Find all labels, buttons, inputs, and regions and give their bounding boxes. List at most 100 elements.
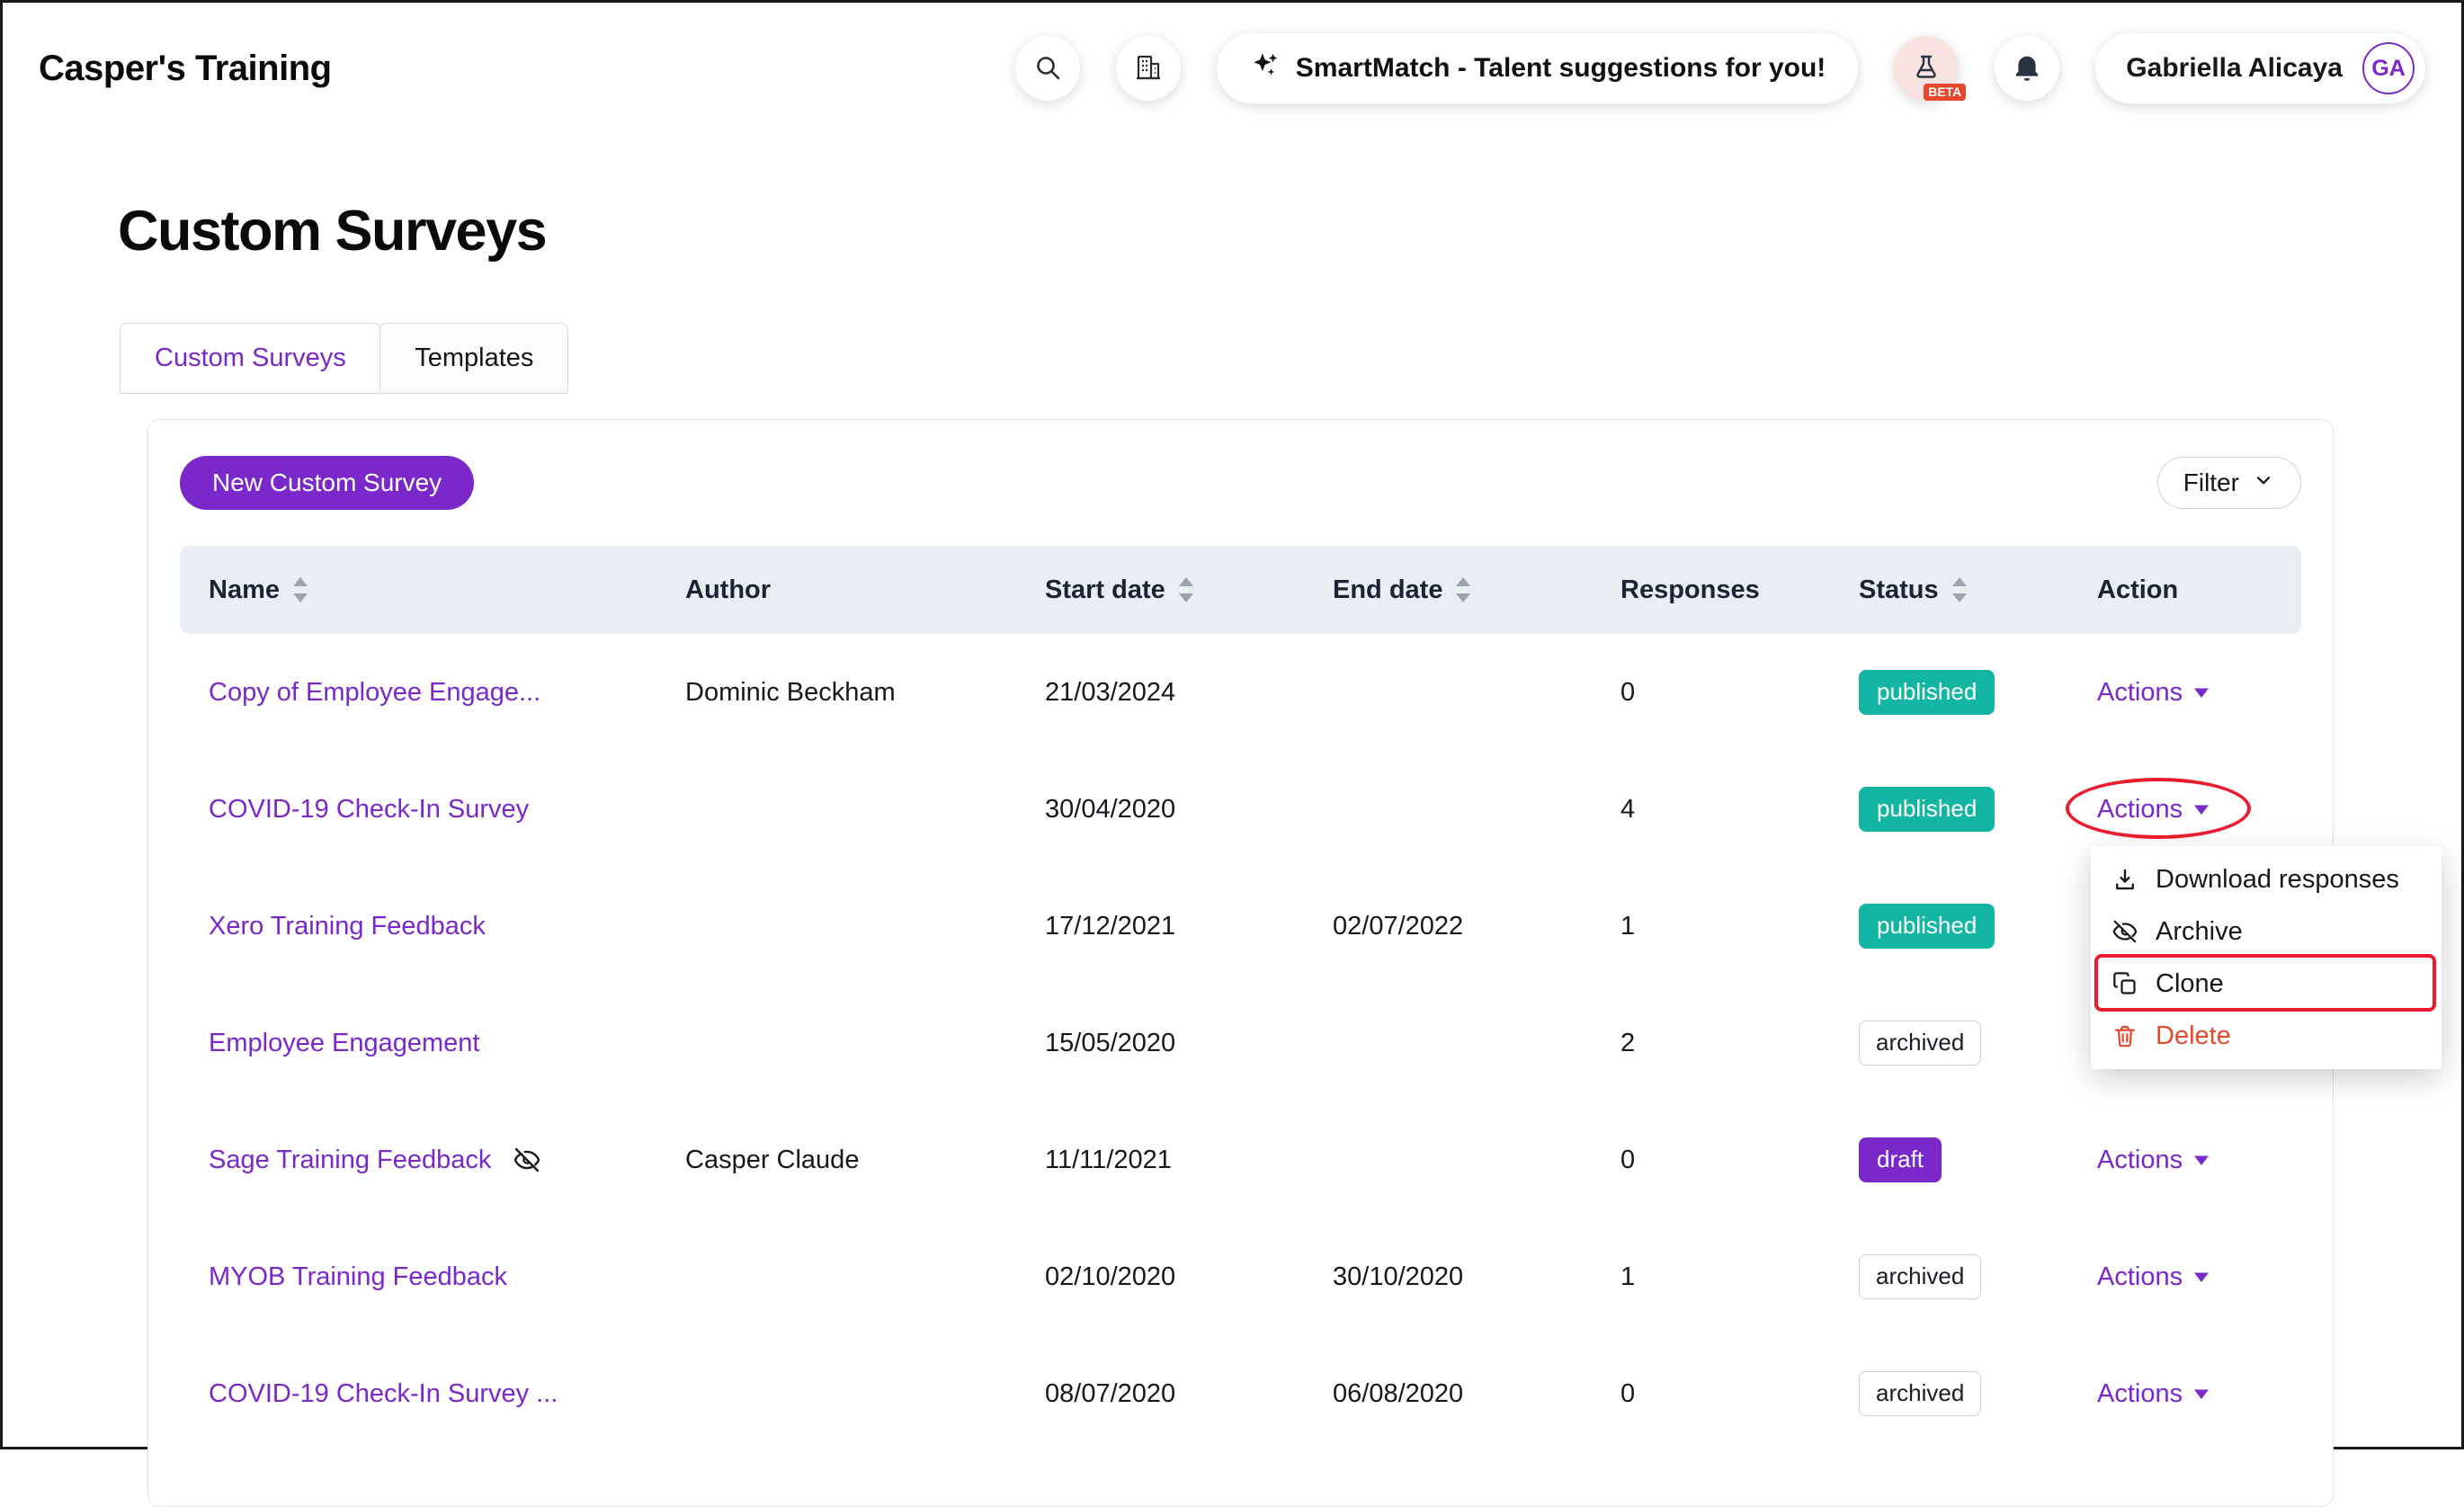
col-end-date[interactable]: End date xyxy=(1304,546,1592,634)
search-icon xyxy=(1033,53,1062,85)
actions-dropdown-menu: Download responses Archive Clone Delete xyxy=(2091,846,2442,1069)
sort-icon[interactable] xyxy=(1950,575,1969,605)
responses-cell: 1 xyxy=(1592,868,1830,985)
name-cell: COVID-19 Check-In Survey xyxy=(180,751,656,868)
actions-label: Actions xyxy=(2097,1262,2183,1292)
col-start-date[interactable]: Start date xyxy=(1016,546,1304,634)
status-cell: published xyxy=(1830,751,2068,868)
chevron-down-icon xyxy=(2252,468,2275,498)
col-status[interactable]: Status xyxy=(1830,546,2068,634)
sort-icon[interactable] xyxy=(1453,575,1473,605)
responses-cell: 0 xyxy=(1592,1335,1830,1452)
actions-button[interactable]: Actions xyxy=(2097,1146,2210,1175)
menu-item-delete[interactable]: Delete xyxy=(2091,1010,2442,1062)
status-cell: draft xyxy=(1830,1101,2068,1218)
menu-item-download-responses[interactable]: Download responses xyxy=(2091,853,2442,905)
author-cell xyxy=(656,868,1016,985)
menu-item-clone[interactable]: Clone xyxy=(2091,958,2442,1010)
name-cell: MYOB Training Feedback xyxy=(180,1218,656,1335)
tab-bar: Custom Surveys Templates xyxy=(120,323,568,394)
eye-off-icon xyxy=(513,1146,541,1174)
col-label: Action xyxy=(2097,575,2178,605)
actions-button[interactable]: Actions xyxy=(2097,1379,2210,1409)
col-label: Responses xyxy=(1620,575,1760,605)
author-cell xyxy=(656,1335,1016,1452)
actions-label: Actions xyxy=(2097,795,2183,825)
eye-off-icon xyxy=(2111,918,2139,945)
end-date-cell: 06/08/2020 xyxy=(1304,1335,1592,1452)
filter-label: Filter xyxy=(2183,468,2239,497)
author-cell: Dominic Beckham xyxy=(656,634,1016,751)
table-row: Employee Engagement 15/05/2020 2 archive… xyxy=(180,985,2301,1101)
new-custom-survey-button[interactable]: New Custom Survey xyxy=(180,456,474,510)
menu-item-label: Delete xyxy=(2156,1021,2231,1051)
topbar-actions: SmartMatch - Talent suggestions for you!… xyxy=(1015,33,2425,103)
caret-down-icon xyxy=(2193,687,2210,699)
bell-icon xyxy=(2013,53,2040,85)
user-menu[interactable]: Gabriella Alicaya GA xyxy=(2095,33,2425,103)
sort-icon[interactable] xyxy=(1176,575,1196,605)
caret-down-icon xyxy=(2193,1271,2210,1283)
end-date-cell: 30/10/2020 xyxy=(1304,1218,1592,1335)
col-name[interactable]: Name xyxy=(180,546,656,634)
actions-button[interactable]: Actions xyxy=(2097,1262,2210,1292)
status-badge: published xyxy=(1859,904,1995,948)
responses-cell: 2 xyxy=(1592,985,1830,1101)
survey-name-link[interactable]: Copy of Employee Engage... xyxy=(209,678,540,708)
end-date-cell xyxy=(1304,985,1592,1101)
name-cell: Xero Training Feedback xyxy=(180,868,656,985)
survey-name-link[interactable]: Xero Training Feedback xyxy=(209,912,486,941)
actions-label: Actions xyxy=(2097,1146,2183,1175)
smartmatch-label: SmartMatch - Talent suggestions for you! xyxy=(1296,53,1826,84)
action-cell: Actions xyxy=(2068,1218,2301,1335)
name-cell: Copy of Employee Engage... xyxy=(180,634,656,751)
table-row: COVID-19 Check-In Survey 30/04/2020 4 pu… xyxy=(180,751,2301,868)
labs-beta-button[interactable]: BETA xyxy=(1894,36,1959,101)
table-row: Copy of Employee Engage... Dominic Beckh… xyxy=(180,634,2301,751)
author-cell xyxy=(656,985,1016,1101)
survey-name-link[interactable]: COVID-19 Check-In Survey ... xyxy=(209,1379,558,1409)
col-label: End date xyxy=(1333,575,1442,605)
caret-down-icon xyxy=(2193,1155,2210,1166)
author-cell xyxy=(656,1218,1016,1335)
action-cell: Actions xyxy=(2068,634,2301,751)
status-cell: published xyxy=(1830,868,2068,985)
name-cell: Sage Training Feedback xyxy=(180,1101,656,1218)
survey-name-link[interactable]: Employee Engagement xyxy=(209,1029,479,1058)
card-toolbar: New Custom Survey Filter xyxy=(180,456,2301,510)
survey-name-link[interactable]: MYOB Training Feedback xyxy=(209,1262,507,1292)
table-row: COVID-19 Check-In Survey ... 08/07/2020 … xyxy=(180,1335,2301,1452)
survey-name-link[interactable]: Sage Training Feedback xyxy=(209,1146,491,1175)
menu-item-label: Clone xyxy=(2156,969,2224,999)
filter-button[interactable]: Filter xyxy=(2157,457,2301,509)
start-date-cell: 08/07/2020 xyxy=(1016,1335,1304,1452)
user-name: Gabriella Alicaya xyxy=(2126,53,2343,84)
actions-button[interactable]: Actions xyxy=(2097,678,2210,708)
actions-label: Actions xyxy=(2097,678,2183,708)
sort-icon[interactable] xyxy=(290,575,310,605)
search-button[interactable] xyxy=(1015,36,1080,101)
tab-custom-surveys[interactable]: Custom Surveys xyxy=(120,323,381,394)
caret-down-icon xyxy=(2193,1388,2210,1400)
actions-label: Actions xyxy=(2097,1379,2183,1409)
status-badge: published xyxy=(1859,787,1995,831)
survey-name-link[interactable]: COVID-19 Check-In Survey xyxy=(209,795,529,825)
survey-table-body: Copy of Employee Engage... Dominic Beckh… xyxy=(180,634,2301,1452)
responses-cell: 1 xyxy=(1592,1218,1830,1335)
smartmatch-button[interactable]: SmartMatch - Talent suggestions for you! xyxy=(1217,33,1859,103)
notifications-button[interactable] xyxy=(1995,36,2059,101)
tab-templates[interactable]: Templates xyxy=(379,323,568,394)
end-date-cell: 02/07/2022 xyxy=(1304,868,1592,985)
end-date-cell xyxy=(1304,634,1592,751)
table-row: Sage Training Feedback Casper Claude 11/… xyxy=(180,1101,2301,1218)
author-cell xyxy=(656,751,1016,868)
author-cell: Casper Claude xyxy=(656,1101,1016,1218)
table-header-row: Name Author Start date End date Response… xyxy=(180,546,2301,634)
status-cell: archived xyxy=(1830,985,2068,1101)
menu-item-archive[interactable]: Archive xyxy=(2091,905,2442,958)
topbar: Casper's Training SmartMatch - Talent su… xyxy=(3,3,2461,134)
organisation-button[interactable] xyxy=(1116,36,1181,101)
actions-button[interactable]: Actions xyxy=(2097,795,2210,825)
menu-item-label: Archive xyxy=(2156,917,2243,947)
responses-cell: 0 xyxy=(1592,1101,1830,1218)
